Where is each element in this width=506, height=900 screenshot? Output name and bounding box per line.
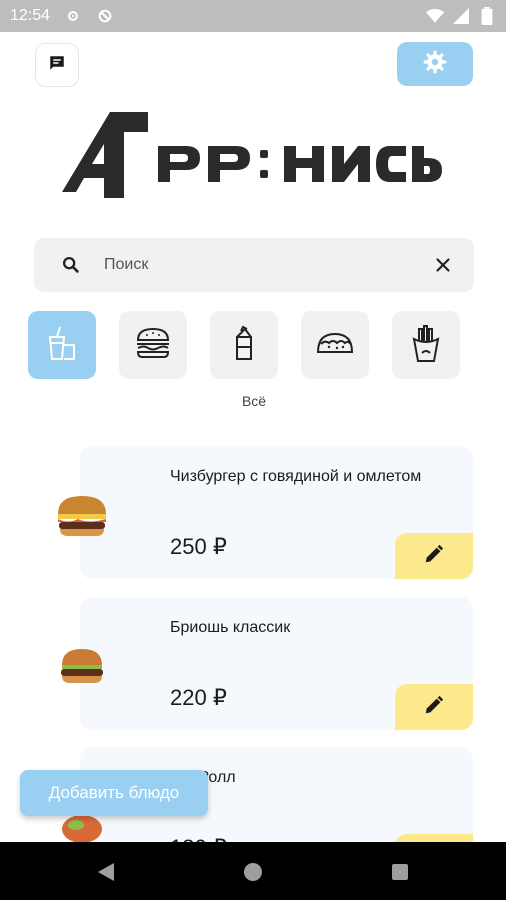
search-icon: [60, 254, 82, 276]
search-input[interactable]: [104, 248, 394, 282]
taco-icon: [315, 328, 355, 363]
gear-icon: [422, 49, 448, 80]
category-fries[interactable]: [392, 311, 460, 379]
category-drinks[interactable]: [28, 311, 96, 379]
wifi-icon: [426, 7, 444, 25]
back-icon[interactable]: [88, 854, 124, 890]
menu-item-card[interactable]: Бриошь классик 220 ₽: [61, 597, 473, 730]
edit-button[interactable]: [395, 533, 473, 579]
brioche-burger-photo: [48, 631, 116, 699]
search-bar[interactable]: [34, 238, 474, 292]
menu-item-name: Бриошь классик: [170, 619, 291, 636]
menu-item-price: 220 ₽: [170, 685, 227, 710]
drinks-icon: [42, 323, 82, 368]
clear-search-icon[interactable]: [432, 254, 454, 276]
fries-icon: [410, 323, 442, 368]
recents-icon[interactable]: [382, 854, 418, 890]
status-time: 12:54: [10, 7, 51, 24]
system-nav-bar: [0, 842, 506, 900]
pencil-icon: [423, 543, 445, 570]
settings-button[interactable]: [397, 42, 473, 86]
message-icon: [48, 54, 66, 77]
category-filter: [28, 311, 468, 381]
add-dish-button[interactable]: Добавить блюдо: [20, 770, 208, 816]
burger-photo: [48, 480, 116, 548]
app-logo: [62, 112, 442, 204]
status-bar: 12:54: [0, 0, 506, 32]
settings-gear-icon: [64, 7, 82, 25]
category-tacos[interactable]: [301, 311, 369, 379]
shawarma-icon: [229, 323, 259, 368]
no-access-icon: [96, 7, 114, 25]
battery-icon: [478, 7, 496, 25]
burger-icon: [134, 326, 172, 365]
home-icon[interactable]: [235, 854, 271, 890]
menu-item-price: 250 ₽: [170, 534, 227, 559]
pencil-icon: [423, 694, 445, 721]
edit-button[interactable]: [395, 684, 473, 730]
signal-icon: [452, 7, 470, 25]
category-shawarma[interactable]: [210, 311, 278, 379]
menu-item-card[interactable]: Чизбургер с говядиной и омлетом 250 ₽: [58, 446, 473, 579]
chat-button[interactable]: [35, 43, 79, 87]
selected-category-label: Всё: [241, 393, 267, 409]
menu-item-name: Чизбургер с говядиной и омлетом: [170, 468, 422, 485]
category-burgers[interactable]: [119, 311, 187, 379]
